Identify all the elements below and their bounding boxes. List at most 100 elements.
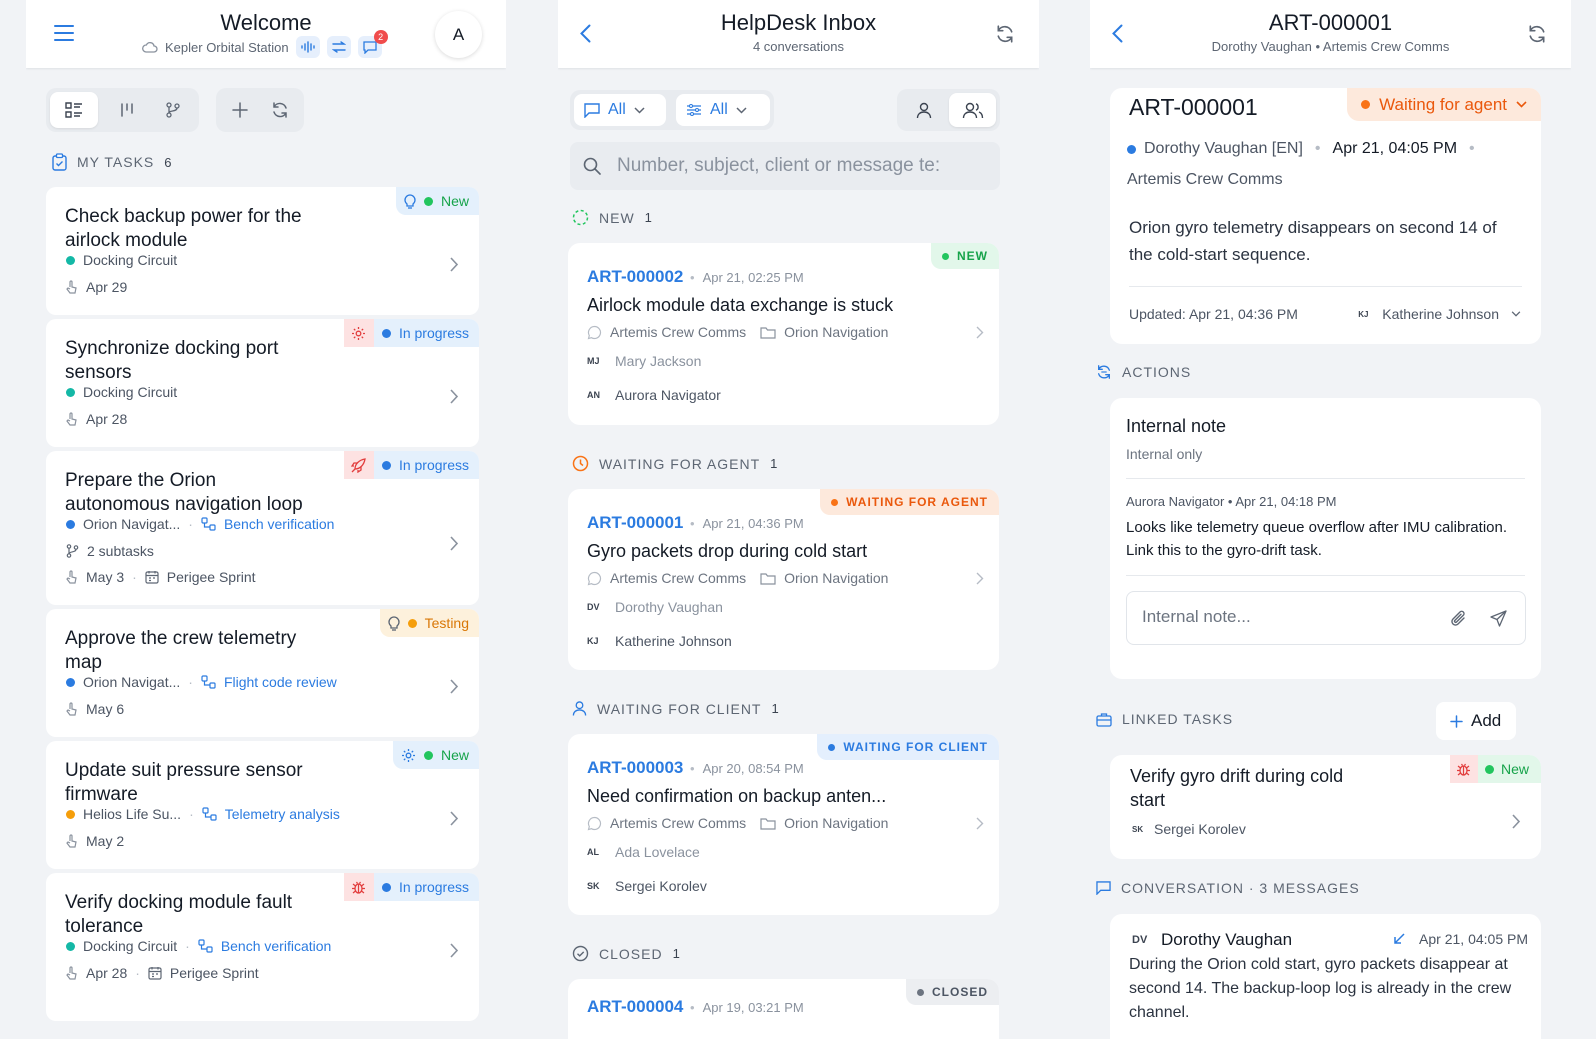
project-name: Docking Circuit: [83, 252, 178, 268]
group-header-waiting-agent: WAITING FOR AGENT 1: [572, 455, 777, 472]
ticket-summary-card: ART-000001 Waiting for agent Dorothy Vau…: [1110, 88, 1541, 344]
send-icon[interactable]: [1490, 610, 1507, 627]
ticket-number[interactable]: ART-000001: [587, 513, 683, 533]
stage-link[interactable]: Bench verification: [224, 516, 335, 532]
action-toolbar: [216, 88, 304, 132]
ticket-number[interactable]: ART-000004: [587, 997, 683, 1017]
ticket-date: • Apr 21, 04:36 PM: [690, 516, 804, 531]
ticket-client: Ada Lovelace: [615, 844, 700, 860]
add-linked-task-button[interactable]: Add: [1436, 702, 1516, 740]
ticket-agent: Sergei Korolev: [615, 878, 707, 894]
swap-icon[interactable]: [326, 36, 351, 58]
check-circle-icon: [572, 945, 589, 962]
audio-wave-icon[interactable]: [295, 36, 320, 58]
avatar[interactable]: A: [435, 11, 482, 58]
ticket-project: Orion Navigation: [784, 570, 889, 586]
chevron-right-icon: [450, 679, 459, 694]
subtasks-row: 2 subtasks: [66, 543, 154, 559]
gear-icon: [343, 319, 374, 347]
task-title: Prepare the Orion autonomous navigation …: [65, 470, 303, 515]
note-subtitle: Internal only: [1126, 446, 1203, 462]
note-input[interactable]: Internal note...: [1126, 591, 1526, 645]
ticket-status-badge: WAITING FOR AGENT: [820, 489, 999, 515]
search-box[interactable]: Number, subject, client or message te:: [570, 142, 1000, 190]
ticket-client: Dorothy Vaughan: [615, 599, 723, 615]
message-author-initials: DV: [1132, 934, 1148, 946]
divider: [1126, 575, 1525, 576]
task-card[interactable]: Check backup power for the airlock modul…: [46, 187, 479, 315]
page-title: Welcome: [220, 10, 312, 35]
filter-bar: All All: [570, 90, 774, 130]
date-row: Apr 28 · Perigee Sprint: [66, 965, 259, 981]
task-card[interactable]: Update suit pressure sensor firmware New…: [46, 741, 479, 869]
ticket-channel: Artemis Crew Comms: [610, 570, 747, 586]
ticket-client-row: AL Ada Lovelace: [587, 844, 700, 860]
assignee-dropdown[interactable]: KJ Katherine Johnson: [1358, 306, 1521, 322]
task-title: Verify docking module fault tolerance: [65, 892, 293, 937]
status-badge: In progress: [343, 451, 479, 479]
task-card[interactable]: Prepare the Orion autonomous navigation …: [46, 451, 479, 605]
briefcase-icon: [1096, 712, 1112, 727]
chat-icon[interactable]: 2: [357, 30, 388, 58]
ticket-card[interactable]: WAITING FOR AGENT ART-000001 • Apr 21, 04…: [568, 489, 999, 670]
assignee-initials: KJ: [1358, 309, 1369, 319]
ticket-number[interactable]: ART-000003: [587, 758, 683, 778]
date-row: May 2: [66, 833, 124, 849]
status-value: Waiting for agent: [1379, 94, 1507, 114]
internal-note-card: Internal note Internal only Aurora Navig…: [1110, 398, 1541, 679]
status-dropdown[interactable]: Waiting for agent: [1347, 88, 1541, 121]
status-filter[interactable]: All: [676, 94, 770, 126]
ticket-channel-row: Artemis Crew Comms Orion Navigation: [587, 815, 888, 831]
board-view-icon[interactable]: [106, 92, 148, 128]
task-title: Update suit pressure sensor firmware: [65, 760, 303, 805]
user-icon[interactable]: [901, 93, 947, 127]
workflow-icon: [202, 807, 217, 821]
paperclip-icon[interactable]: [1450, 609, 1467, 628]
ticket-agent-row: AN Aurora Navigator: [587, 387, 721, 403]
client-initials: DV: [587, 602, 600, 612]
date-row: Apr 28: [66, 411, 127, 427]
chevron-right-icon: [450, 257, 459, 272]
stage-link[interactable]: Bench verification: [221, 938, 332, 954]
refresh-icon[interactable]: [262, 92, 298, 128]
sprint-name: Perigee Sprint: [169, 965, 259, 981]
stage-link[interactable]: Telemetry analysis: [225, 806, 340, 822]
ticket-card[interactable]: CLOSED ART-000004 • Apr 19, 03:21 PM: [568, 979, 999, 1039]
assignee-name: Katherine Johnson: [1382, 306, 1499, 322]
task-card[interactable]: Verify docking module fault tolerance In…: [46, 873, 479, 1021]
branch-view-icon[interactable]: [152, 92, 194, 128]
ticket-channel-row: Artemis Crew Comms Orion Navigation: [587, 324, 888, 340]
refresh-icon[interactable]: [995, 24, 1015, 44]
task-card[interactable]: Synchronize docking port sensors In prog…: [46, 319, 479, 447]
ticket-number[interactable]: ART-000002: [587, 267, 683, 287]
my-tasks-label: MY TASKS: [77, 154, 155, 170]
bug-icon: [1449, 755, 1478, 783]
channel-filter-value: All: [608, 101, 626, 118]
add-icon[interactable]: [222, 92, 258, 128]
note-meta: Aurora Navigator • Apr 21, 04:18 PM: [1126, 494, 1337, 509]
search-input[interactable]: Number, subject, client or message te:: [617, 155, 947, 177]
project-row: Docking Circuit · Bench verification: [66, 938, 331, 954]
lightbulb-icon: [388, 615, 400, 631]
calendar-icon: [145, 570, 159, 584]
users-icon[interactable]: [949, 93, 996, 127]
task-card[interactable]: Approve the crew telemetry map Testing O…: [46, 609, 479, 737]
rocket-icon: [343, 451, 374, 479]
client-initials: MJ: [587, 356, 600, 366]
chevron-down-icon: [1511, 311, 1521, 317]
ticket-card[interactable]: WAITING FOR CLIENT ART-000003 • Apr 20, 0…: [568, 734, 999, 915]
list-view-icon[interactable]: [50, 92, 98, 128]
refresh-icon[interactable]: [1527, 24, 1547, 44]
message-date: Apr 21, 04:05 PM: [1419, 931, 1528, 947]
ticket-subject: Airlock module data exchange is stuck: [587, 295, 894, 315]
ticket-badge-label: CLOSED: [931, 985, 988, 999]
group-header-waiting-client: WAITING FOR CLIENT 1: [572, 700, 779, 717]
linked-task-assignee-initials: SK: [1132, 824, 1144, 834]
ticket-date: • Apr 19, 03:21 PM: [690, 1000, 804, 1015]
channel-filter[interactable]: All: [574, 94, 666, 126]
folder-icon: [760, 817, 776, 830]
stage-link[interactable]: Flight code review: [224, 674, 337, 690]
ticket-card[interactable]: NEW ART-000002 • Apr 21, 02:25 PM Airlock…: [568, 243, 999, 425]
ticket-date: • Apr 20, 08:54 PM: [690, 761, 804, 776]
linked-task-card[interactable]: Verify gyro drift during cold start New …: [1110, 755, 1541, 859]
